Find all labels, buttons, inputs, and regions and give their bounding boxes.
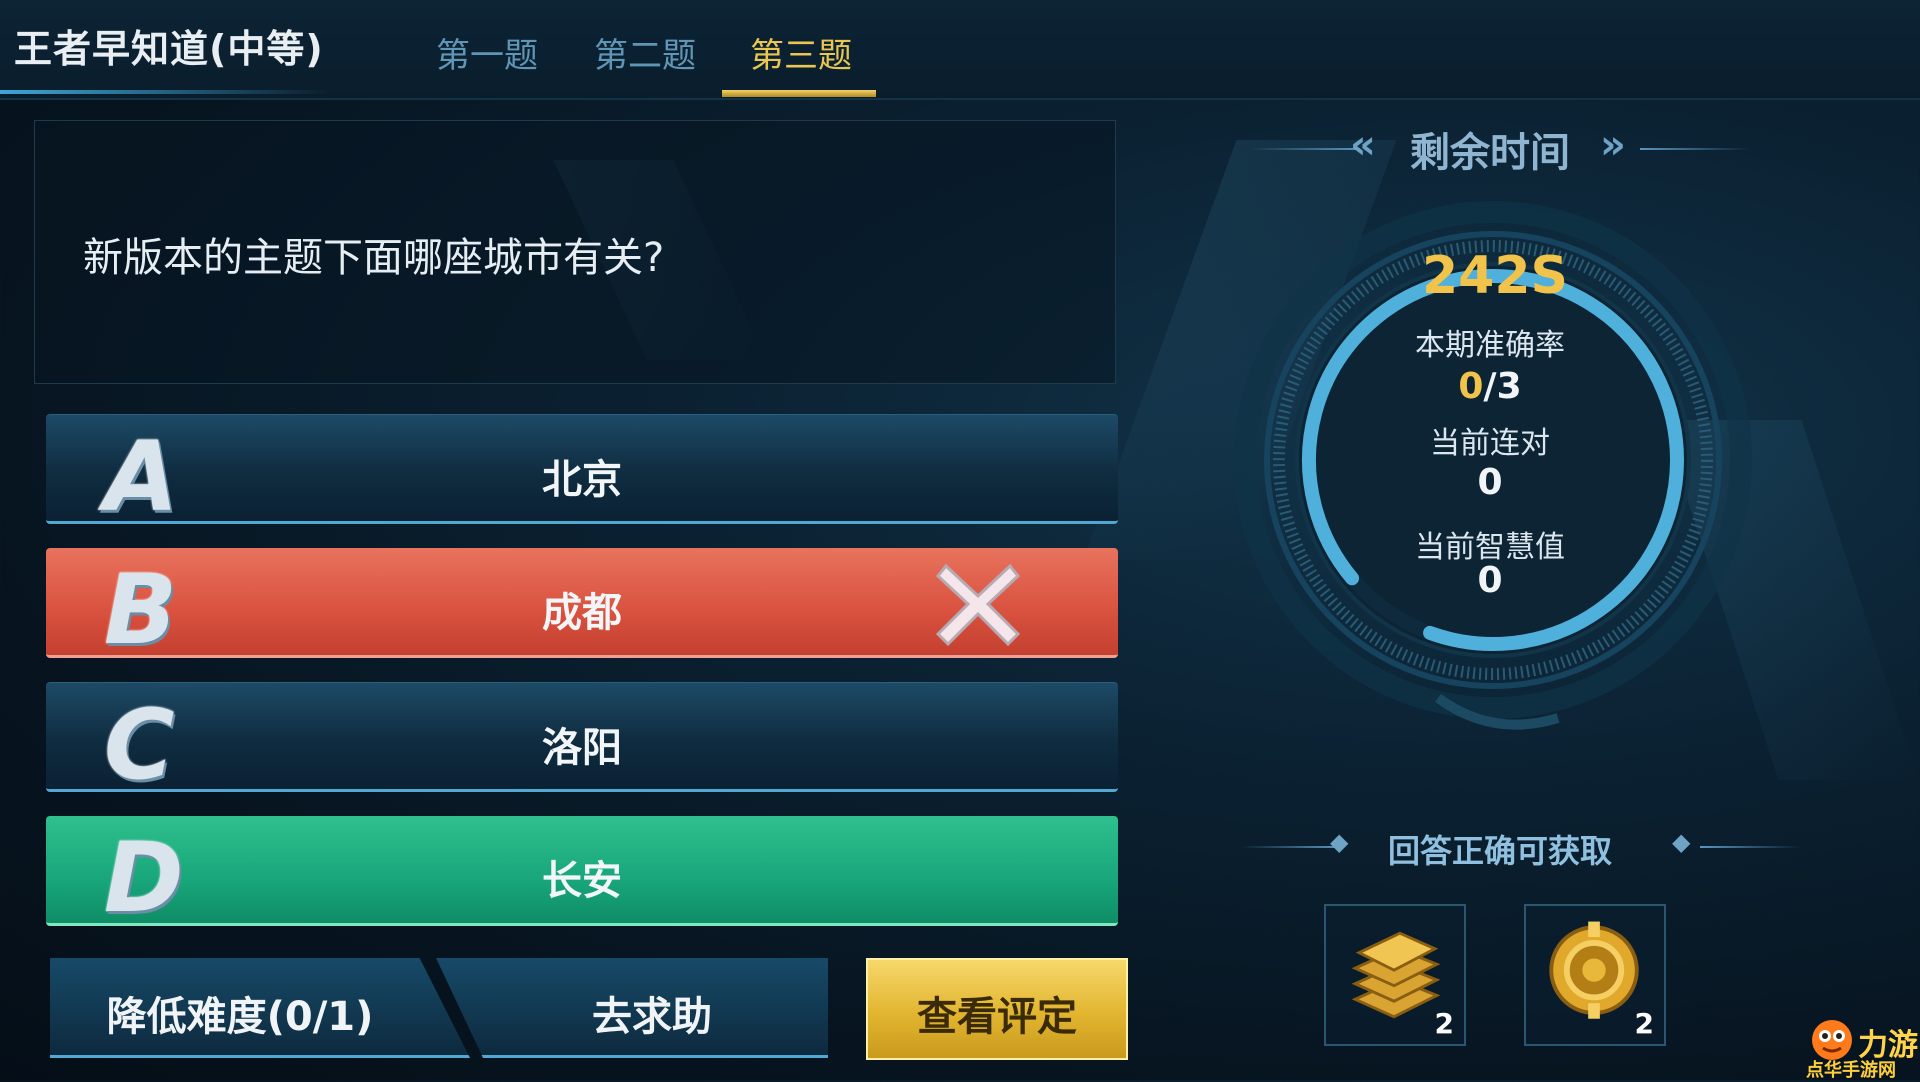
seek-help-button[interactable]: 去求助 xyxy=(436,958,828,1058)
chevron-right-icon: » xyxy=(1600,122,1626,168)
accuracy-correct-count: 0 xyxy=(1458,366,1484,407)
accuracy-total: /3 xyxy=(1483,366,1522,407)
streak-label: 当前连对 xyxy=(1430,426,1550,461)
timer-value: 242S xyxy=(1422,246,1568,306)
option-text: 北京 xyxy=(542,457,622,503)
view-rating-button[interactable]: 查看评定 xyxy=(866,958,1128,1060)
quiz-title: 王者早知道(中等) xyxy=(14,27,324,71)
option-b[interactable]: B 成都 xyxy=(46,548,1118,666)
question-text: 新版本的主题下面哪座城市有关? xyxy=(83,235,665,281)
watermark-sub: 点华手游网 xyxy=(1806,1060,1896,1081)
tab-question-3[interactable]: 第三题 xyxy=(750,28,852,77)
reward-header: 回答正确可获取 xyxy=(1387,832,1612,870)
option-a[interactable]: A 北京 xyxy=(46,414,1118,533)
question-panel: 新版本的主题下面哪座城市有关? xyxy=(34,120,1116,384)
option-text: 洛阳 xyxy=(542,725,622,771)
accuracy-value: 0/3 xyxy=(1340,366,1640,407)
streak-value: 0 xyxy=(1477,462,1503,503)
option-text: 长安 xyxy=(542,858,622,904)
top-bar: 王者早知道(中等) 第一题 第二题 第三题 xyxy=(0,0,1920,100)
option-c[interactable]: C 洛阳 xyxy=(46,682,1118,801)
title-underline xyxy=(0,90,330,94)
view-rating-label: 查看评定 xyxy=(917,994,1077,1040)
tab-question-2[interactable]: 第二题 xyxy=(594,28,696,77)
tab-question-1[interactable]: 第一题 xyxy=(436,28,538,77)
header-line-right xyxy=(1640,148,1750,150)
seek-help-label: 去求助 xyxy=(592,994,712,1040)
reward-slot-medal[interactable]: 2 xyxy=(1524,904,1666,1046)
reward-slot-coins[interactable]: 2 xyxy=(1324,904,1466,1046)
wisdom-value: 0 xyxy=(1477,560,1503,601)
wrong-x-icon xyxy=(935,563,1021,647)
lower-difficulty-button[interactable]: 降低难度(0/1) xyxy=(50,958,470,1058)
reward-count: 2 xyxy=(1434,1007,1454,1040)
site-watermark: 力游 点华手游网 xyxy=(1806,1018,1920,1081)
active-tab-indicator xyxy=(722,90,876,97)
lower-difficulty-label: 降低难度(0/1) xyxy=(106,994,374,1040)
diamond-right-icon: ◆ xyxy=(1672,828,1691,856)
reward-line-right xyxy=(1700,846,1800,848)
accuracy-label: 本期准确率 xyxy=(1415,328,1565,363)
option-d[interactable]: D 长安 xyxy=(46,816,1118,934)
reward-line-left xyxy=(1240,846,1340,848)
reward-count: 2 xyxy=(1634,1007,1654,1040)
remaining-time-header: 剩余时间 xyxy=(1410,130,1570,176)
